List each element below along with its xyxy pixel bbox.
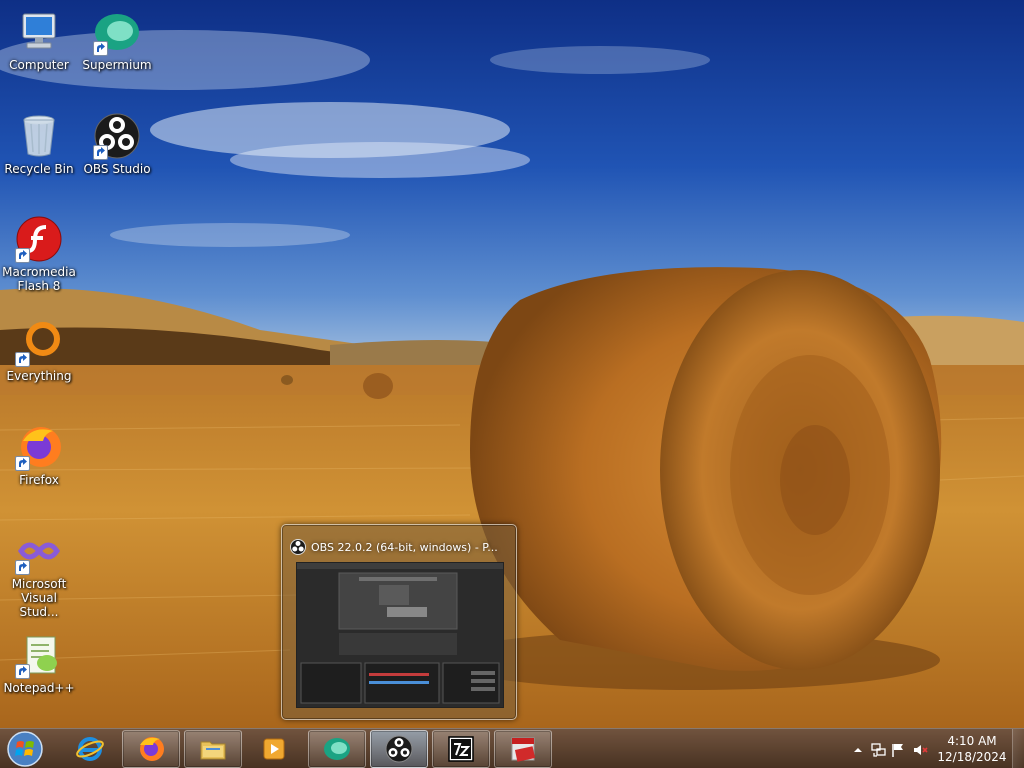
taskbar: 4:10 AM 12/18/2024 xyxy=(0,728,1024,768)
taskbar-button-7zip[interactable] xyxy=(432,730,490,768)
show-hidden-icons-button[interactable] xyxy=(850,742,866,758)
show-hidden-icon xyxy=(854,748,862,752)
volume-muted-icon xyxy=(914,745,928,755)
taskbar-button-obs-studio[interactable] xyxy=(370,730,428,768)
desktop-icon-obs-studio[interactable]: OBS Studio xyxy=(78,112,156,176)
start-button[interactable] xyxy=(5,730,45,768)
desktop-icon-recycle-bin[interactable]: Recycle Bin xyxy=(0,112,78,176)
shortcut-arrow-icon xyxy=(15,456,30,471)
shortcut-arrow-icon xyxy=(15,664,30,679)
taskbar-thumbnail-preview[interactable]: OBS 22.0.2 (64-bit, windows) - P... xyxy=(281,524,517,720)
desktop-icon-everything[interactable]: Everything xyxy=(0,319,78,383)
obs-icon xyxy=(290,539,306,555)
desktop-icon-notepadpp[interactable]: Notepad++ xyxy=(0,631,78,695)
preview-screenshot[interactable] xyxy=(296,562,504,708)
preview-title-bar: OBS 22.0.2 (64-bit, windows) - P... xyxy=(290,539,498,555)
tray-clock[interactable]: 4:10 AM 12/18/2024 xyxy=(932,733,1012,765)
taskbar-button-media-player[interactable] xyxy=(245,730,303,768)
preview-title: OBS 22.0.2 (64-bit, windows) - P... xyxy=(311,540,498,554)
network-icon xyxy=(871,743,886,757)
folder-icon xyxy=(200,741,226,760)
desktop-icon-supermium[interactable]: Supermium xyxy=(78,8,156,72)
taskbar-button-internet-explorer[interactable] xyxy=(61,730,119,768)
clock-date: 12/18/2024 xyxy=(937,750,1007,764)
desktop-icon-label: Recycle Bin xyxy=(4,162,74,176)
taskbar-button-firefox[interactable] xyxy=(122,730,180,768)
desktop-icon-macromedia-flash[interactable]: Macromedia Flash 8 xyxy=(0,215,78,293)
obs-icon xyxy=(93,112,141,160)
desktop-icon-label: Macromedia Flash 8 xyxy=(2,265,76,293)
firefox-icon xyxy=(15,423,63,471)
network-tray-button[interactable] xyxy=(870,742,886,758)
recycle-bin-icon xyxy=(15,112,63,160)
desktop-icon-computer[interactable]: Computer xyxy=(0,8,78,72)
taskbar-button-pdf-app[interactable] xyxy=(494,730,552,768)
flash-icon xyxy=(15,215,63,263)
volume-tray-button[interactable] xyxy=(912,742,928,758)
desktop-icon-label: Notepad++ xyxy=(3,681,75,695)
shortcut-arrow-icon xyxy=(15,560,30,575)
computer-icon xyxy=(15,8,63,56)
shortcut-arrow-icon xyxy=(93,145,108,160)
firefox-icon xyxy=(140,737,164,761)
7zip-icon xyxy=(448,736,474,762)
show-desktop-button[interactable] xyxy=(1012,729,1024,768)
desktop-icon-label: Microsoft Visual Stud... xyxy=(11,577,67,619)
notepadpp-icon xyxy=(15,631,63,679)
visual-studio-icon xyxy=(15,527,63,575)
desktop-icon-firefox[interactable]: Firefox xyxy=(0,423,78,487)
desktop-icon-label: Firefox xyxy=(19,473,59,487)
taskbar-button-windows-explorer[interactable] xyxy=(184,730,242,768)
desktop-icon-visual-studio[interactable]: Microsoft Visual Stud... xyxy=(0,527,78,619)
media-player-icon xyxy=(263,738,285,760)
taskbar-button-supermium[interactable] xyxy=(308,730,366,768)
action-center-flag-icon xyxy=(892,744,903,757)
ie-icon xyxy=(76,737,104,761)
pdf-icon xyxy=(511,737,536,762)
clock-time: 4:10 AM xyxy=(947,734,997,748)
shortcut-arrow-icon xyxy=(15,352,30,367)
action-center-tray-button[interactable] xyxy=(890,742,906,758)
obs-icon xyxy=(385,735,413,763)
windows-orb-icon xyxy=(7,731,43,767)
desktop-icon-label: Supermium xyxy=(82,58,152,72)
supermium-icon xyxy=(324,738,350,760)
desktop-icon-label: Everything xyxy=(6,369,72,383)
shortcut-arrow-icon xyxy=(93,41,108,56)
shortcut-arrow-icon xyxy=(15,248,30,263)
everything-icon xyxy=(15,319,63,367)
desktop-icon-label: OBS Studio xyxy=(83,162,151,176)
desktop-icon-label: Computer xyxy=(9,58,69,72)
supermium-icon xyxy=(93,8,141,56)
system-tray: 4:10 AM 12/18/2024 xyxy=(844,729,1024,768)
